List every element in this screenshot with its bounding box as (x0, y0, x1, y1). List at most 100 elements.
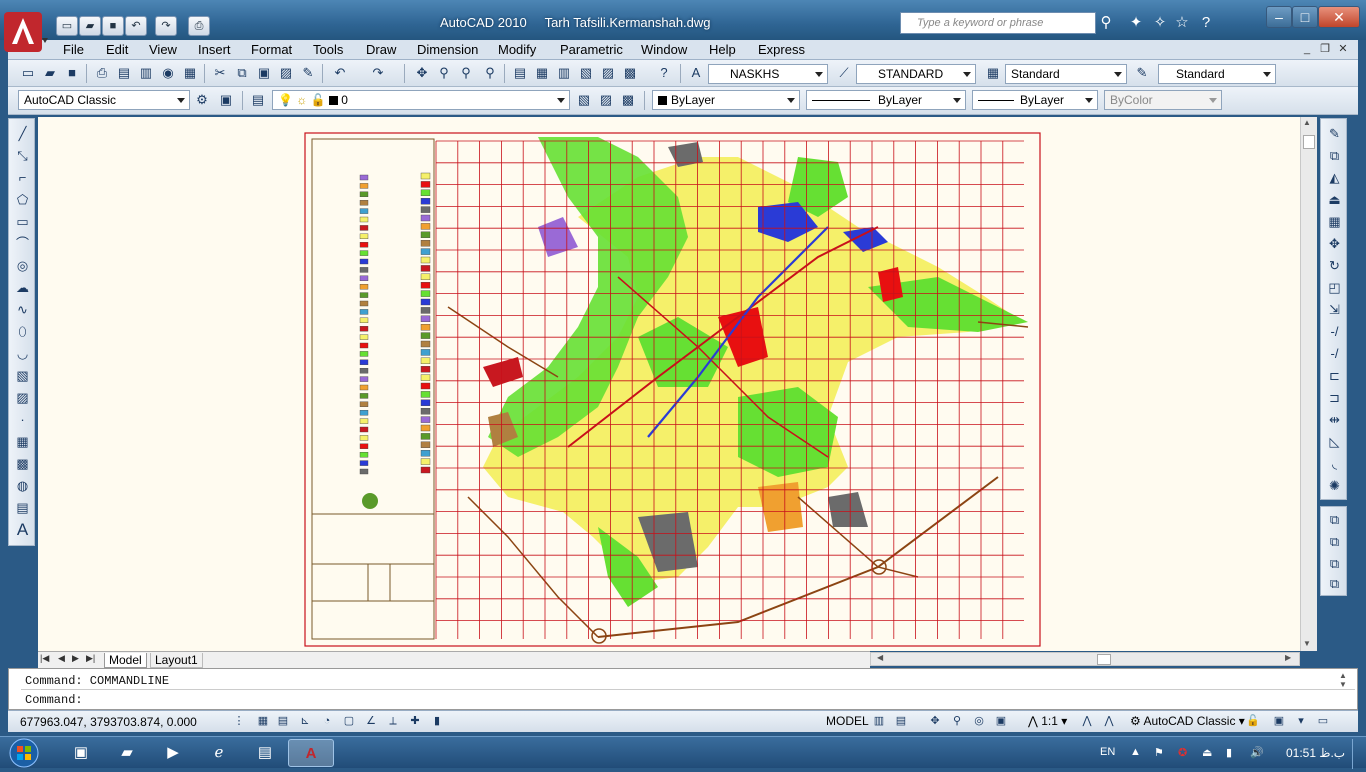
communication-center-icon[interactable]: ✦ (1126, 14, 1146, 32)
send-under-icon[interactable]: ⧉ (1325, 575, 1344, 593)
3d-dwf-icon[interactable]: ◉ (158, 64, 178, 83)
text-style-icon[interactable]: A (686, 64, 706, 83)
toolbar-lock-icon[interactable]: 🔓 (1244, 713, 1262, 730)
print-icon[interactable]: ⎙ (92, 64, 112, 83)
rotate-icon[interactable]: ↻ (1325, 257, 1344, 275)
make-object-layer-current-icon[interactable]: ▧ (574, 91, 594, 110)
array-icon[interactable]: ▦ (1325, 213, 1344, 231)
menu-parametric[interactable]: Parametric (560, 42, 623, 57)
volume-icon[interactable]: 🔊 (1250, 746, 1264, 759)
match-properties-icon[interactable]: ▨ (276, 64, 296, 83)
menu-help[interactable]: Help (709, 42, 736, 57)
clock[interactable]: 01:51 ب.ظ (1286, 746, 1345, 760)
horizontal-scrollbar[interactable]: ◀ ▶ (870, 652, 1300, 666)
multileader-style-icon[interactable]: ✎ (1132, 64, 1152, 83)
zoom-previous-icon[interactable]: ⚲ (480, 64, 500, 83)
ellipse-icon[interactable]: ⬯ (13, 323, 32, 341)
arc-icon[interactable]: ⌒ (13, 235, 32, 253)
autocad-logo-icon[interactable] (4, 12, 48, 54)
qnew-icon[interactable]: ▭ (18, 64, 38, 83)
snap-mode-icon[interactable]: ▦ (254, 713, 272, 730)
fillet-icon[interactable]: ◟ (1325, 455, 1344, 473)
hardware-acceleration-icon[interactable]: ▣ (1270, 713, 1288, 730)
plot-preview-icon[interactable]: ▤ (114, 64, 134, 83)
gradient-icon[interactable]: ▩ (13, 455, 32, 473)
doc-minimize-icon[interactable]: _ (1300, 43, 1314, 56)
construction-line-icon[interactable]: ⤡ (13, 147, 32, 165)
dynamic-ucs-icon[interactable]: ⟂ (384, 713, 402, 730)
menu-express[interactable]: Express (758, 42, 805, 57)
bring-to-front-icon[interactable]: ⧉ (1325, 511, 1344, 529)
spline-icon[interactable]: ∿ (13, 301, 32, 319)
hatch-icon[interactable]: ▦ (13, 433, 32, 451)
menu-window[interactable]: Window (641, 42, 687, 57)
close-button[interactable]: ✕ (1318, 6, 1360, 28)
ellipse-arc-icon[interactable]: ◡ (13, 345, 32, 363)
command-scroll-icon[interactable]: ▲ ▼ (1339, 671, 1347, 689)
linetype-select[interactable]: ByLayer (806, 90, 966, 110)
dimension-style-icon[interactable]: ⟋ (834, 64, 854, 83)
annotation-visibility-icon[interactable]: ⋀ (1078, 713, 1096, 730)
scale-icon[interactable]: ◰ (1325, 279, 1344, 297)
rectangle-icon[interactable]: ▭ (13, 213, 32, 231)
undo-icon[interactable]: ↶ (125, 16, 147, 36)
multileader-style-select[interactable]: Standard (1158, 64, 1276, 84)
command-input[interactable]: Command: (25, 693, 83, 707)
scroll-down-icon[interactable]: ▼ (1303, 639, 1311, 648)
chamfer-icon[interactable]: ◺ (1325, 433, 1344, 451)
mirror-icon[interactable]: ◭ (1325, 169, 1344, 187)
menu-tools[interactable]: Tools (313, 42, 343, 57)
scroll-right-icon[interactable]: ▶ (1285, 653, 1291, 662)
language-indicator[interactable]: EN (1100, 746, 1115, 758)
start-button[interactable] (4, 737, 44, 769)
show-desktop-taskbar-icon[interactable]: ▣ (58, 739, 104, 767)
color-select[interactable]: ByLayer (652, 90, 800, 110)
zoom-realtime-icon[interactable]: ⚲ (434, 64, 454, 83)
steering-wheel-icon[interactable]: ◎ (970, 713, 988, 730)
publish-icon[interactable]: ▥ (136, 64, 156, 83)
toolbar-undo-icon[interactable]: ↶ (330, 64, 350, 83)
design-center-icon[interactable]: ▦ (532, 64, 552, 83)
maximize-button[interactable]: □ (1292, 6, 1318, 28)
binoculars-icon[interactable]: ⚲ (1096, 14, 1116, 32)
tool-palettes-icon[interactable]: ▥ (554, 64, 574, 83)
vertical-scroll-thumb[interactable] (1303, 135, 1315, 149)
status-zoom-icon[interactable]: ⚲ (948, 713, 966, 730)
annotation-scale[interactable]: ⋀ 1:1 ▾ (1028, 714, 1067, 728)
network-icon[interactable]: ▮ (1226, 746, 1232, 759)
polygon-icon[interactable]: ⬠ (13, 191, 32, 209)
clean-screen-icon[interactable]: ▭ (1314, 713, 1332, 730)
infer-constraints-icon[interactable]: ⋮ (230, 713, 248, 730)
revision-cloud-icon[interactable]: ☁ (13, 279, 32, 297)
layer-select[interactable]: 💡 ☼ 🔓 0 (272, 90, 570, 110)
menu-insert[interactable]: Insert (198, 42, 231, 57)
lineweight-select[interactable]: ByLayer (972, 90, 1098, 110)
table-style-select[interactable]: Standard (1005, 64, 1127, 84)
next-tab-icon[interactable]: ▶ (72, 653, 79, 664)
polyline-icon[interactable]: ⌐ (13, 169, 32, 187)
break-at-point-icon[interactable]: ⊏ (1325, 367, 1344, 385)
quickcalc-icon[interactable]: ▩ (620, 64, 640, 83)
search-input[interactable]: Type a keyword or phrase (900, 12, 1096, 34)
internet-explorer-taskbar-icon[interactable]: ℯ (196, 739, 242, 767)
table-icon[interactable]: ▤ (13, 499, 32, 517)
minimize-button[interactable]: – (1266, 6, 1292, 28)
media-player-taskbar-icon[interactable]: ▶ (150, 739, 196, 767)
save-file-icon[interactable]: ■ (62, 64, 82, 83)
block-editor-icon[interactable]: ✎ (298, 64, 318, 83)
workspace-settings-icon[interactable]: ⚙ (192, 91, 212, 110)
redo-icon[interactable]: ↷ (155, 16, 177, 36)
coordinates-readout[interactable]: 677963.047, 3793703.874, 0.000 (20, 715, 197, 729)
etransmit-icon[interactable]: ▦ (180, 64, 200, 83)
scroll-up-icon[interactable]: ▲ (1303, 118, 1311, 127)
table-style-icon[interactable]: ▦ (983, 64, 1003, 83)
menu-dimension[interactable]: Dimension (417, 42, 478, 57)
dimension-style-select[interactable]: STANDARD (856, 64, 976, 84)
plot-icon[interactable]: ⎙ (188, 16, 210, 36)
object-snap-icon[interactable]: ▢ (340, 713, 358, 730)
show-desktop-button[interactable] (1352, 739, 1366, 769)
menu-format[interactable]: Format (251, 42, 292, 57)
winrar-taskbar-icon[interactable]: ▤ (242, 739, 288, 767)
menu-view[interactable]: View (149, 42, 177, 57)
erase-icon[interactable]: ✎ (1325, 125, 1344, 143)
